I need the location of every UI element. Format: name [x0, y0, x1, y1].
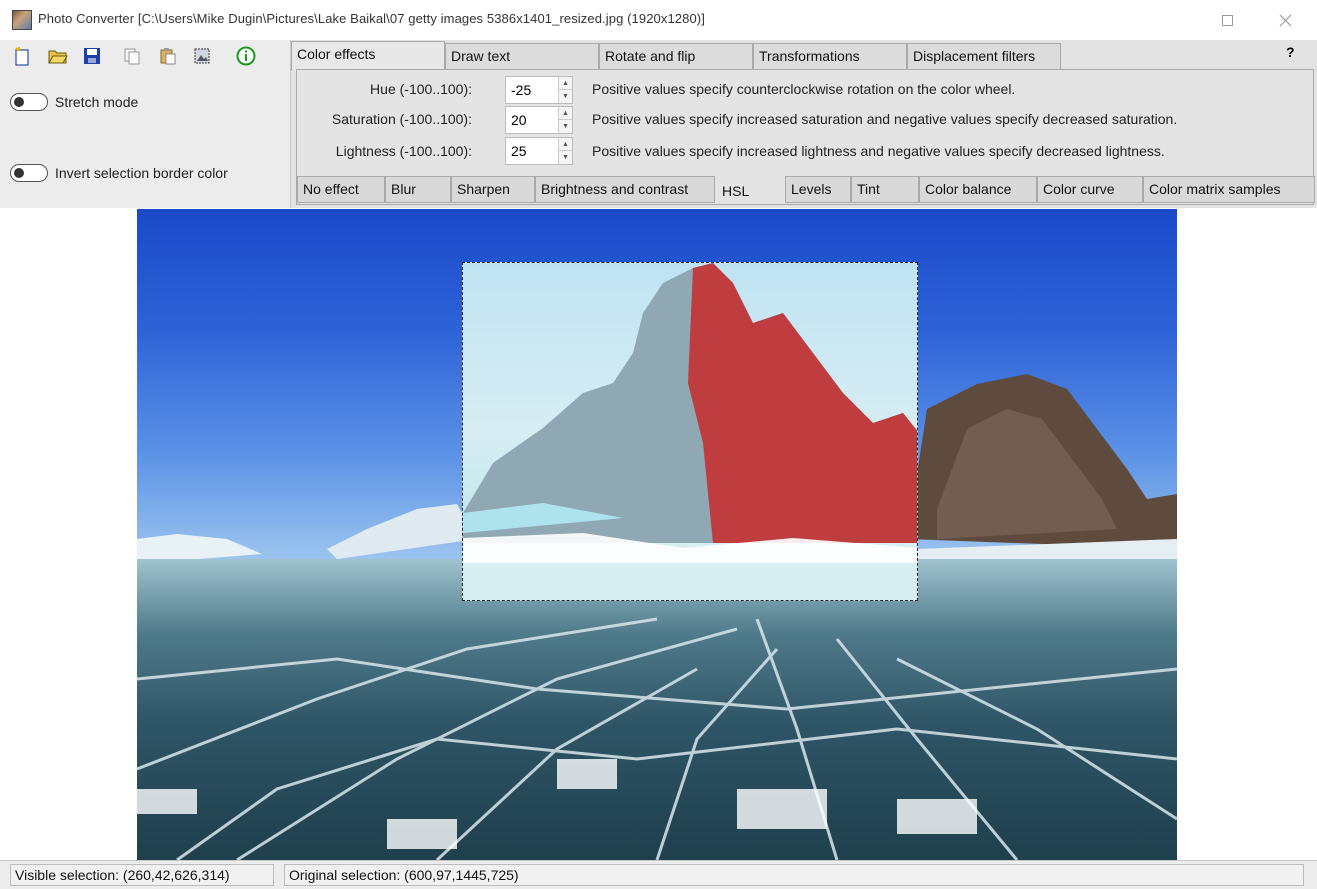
about-button[interactable] — [234, 44, 258, 68]
selection-rectangle[interactable] — [462, 262, 918, 601]
invert-border-label: Invert selection border color — [55, 165, 228, 181]
close-button[interactable] — [1262, 0, 1308, 40]
image-viewport[interactable] — [0, 209, 1317, 860]
app-icon — [12, 10, 32, 30]
saturation-spinner[interactable]: 20 ▲ ▼ — [505, 106, 573, 134]
maximize-button[interactable] — [1204, 0, 1250, 40]
info-icon — [236, 46, 256, 66]
subtab-levels[interactable]: Levels — [785, 176, 851, 203]
tab-transformations[interactable]: Transformations — [753, 43, 907, 69]
new-button[interactable] — [10, 44, 34, 68]
saturation-spin-arrows[interactable]: ▲ ▼ — [558, 107, 572, 133]
spin-up-icon[interactable]: ▲ — [559, 107, 572, 120]
original-selection-status: Original selection: (600,97,1445,725) — [284, 864, 1304, 886]
status-bar: Visible selection: (260,42,626,314) Orig… — [0, 860, 1317, 889]
help-button[interactable]: ? — [1286, 44, 1295, 60]
new-icon — [15, 47, 29, 66]
subtab-tint[interactable]: Tint — [851, 176, 919, 203]
close-icon — [1279, 14, 1291, 26]
paste-button[interactable] — [156, 44, 180, 68]
subtab-color-curve[interactable]: Color curve — [1037, 176, 1143, 203]
lightness-value: 25 — [511, 143, 527, 159]
visible-selection-status: Visible selection: (260,42,626,314) — [10, 864, 274, 886]
subtab-hsl[interactable]: HSL — [717, 176, 785, 203]
subtab-brightness-contrast[interactable]: Brightness and contrast — [535, 176, 715, 203]
saturation-value: 20 — [511, 112, 527, 128]
lightness-spinner[interactable]: 25 ▲ ▼ — [505, 137, 573, 165]
title-bar: Photo Converter [C:\Users\Mike Dugin\Pic… — [0, 0, 1317, 40]
select-icon — [194, 48, 210, 64]
subtab-color-balance[interactable]: Color balance — [919, 176, 1037, 203]
copy-button[interactable] — [120, 44, 144, 68]
subtab-blur[interactable]: Blur — [385, 176, 451, 203]
subtab-sharpen[interactable]: Sharpen — [451, 176, 535, 203]
stretch-mode-toggle[interactable] — [10, 93, 48, 111]
stretch-mode-label: Stretch mode — [55, 94, 139, 110]
saturation-label: Saturation (-100..100): — [331, 111, 472, 127]
saturation-description: Positive values specify increased satura… — [592, 111, 1178, 127]
hue-spin-arrows[interactable]: ▲ ▼ — [558, 77, 572, 103]
invert-border-toggle[interactable] — [10, 164, 48, 182]
select-all-button[interactable] — [190, 44, 214, 68]
tab-color-effects[interactable]: Color effects — [291, 41, 445, 71]
subtab-color-matrix-samples[interactable]: Color matrix samples — [1143, 176, 1315, 203]
ice-cracks — [137, 617, 1177, 860]
window-title: Photo Converter [C:\Users\Mike Dugin\Pic… — [38, 11, 705, 26]
paste-icon — [160, 48, 176, 65]
spin-down-icon[interactable]: ▼ — [559, 90, 572, 103]
tab-draw-text[interactable]: Draw text — [445, 43, 599, 69]
tab-displacement-filters[interactable]: Displacement filters — [907, 43, 1061, 69]
selection-preview — [463, 263, 917, 600]
open-icon — [48, 50, 68, 64]
lightness-description: Positive values specify increased lightn… — [592, 143, 1165, 159]
photo[interactable] — [137, 209, 1177, 860]
hue-label: Hue (-100..100): — [370, 81, 472, 97]
hue-spinner[interactable]: -25 ▲ ▼ — [505, 76, 573, 104]
save-icon — [84, 48, 100, 64]
subtab-no-effect[interactable]: No effect — [297, 176, 385, 203]
spin-up-icon[interactable]: ▲ — [559, 77, 572, 90]
spin-down-icon[interactable]: ▼ — [559, 120, 572, 133]
app-window: Photo Converter [C:\Users\Mike Dugin\Pic… — [0, 0, 1317, 889]
spin-down-icon[interactable]: ▼ — [559, 151, 572, 164]
top-panel: Stretch mode Invert selection border col… — [0, 40, 1317, 208]
open-button[interactable] — [46, 44, 70, 68]
invert-border-toggle-row[interactable]: Invert selection border color — [10, 164, 228, 182]
stretch-mode-toggle-row[interactable]: Stretch mode — [10, 93, 138, 111]
tabs-area: Color effects Draw text Rotate and flip … — [291, 40, 1317, 208]
save-button[interactable] — [80, 44, 104, 68]
maximize-icon — [1221, 14, 1233, 26]
copy-icon — [124, 48, 140, 65]
left-panel: Stretch mode Invert selection border col… — [0, 40, 291, 208]
hue-value: -25 — [511, 82, 532, 98]
tab-rotate-flip[interactable]: Rotate and flip — [599, 43, 753, 69]
lightness-label: Lightness (-100..100): — [335, 143, 472, 159]
hue-description: Positive values specify counterclockwise… — [592, 81, 1016, 97]
lightness-spin-arrows[interactable]: ▲ ▼ — [558, 138, 572, 164]
spin-up-icon[interactable]: ▲ — [559, 138, 572, 151]
